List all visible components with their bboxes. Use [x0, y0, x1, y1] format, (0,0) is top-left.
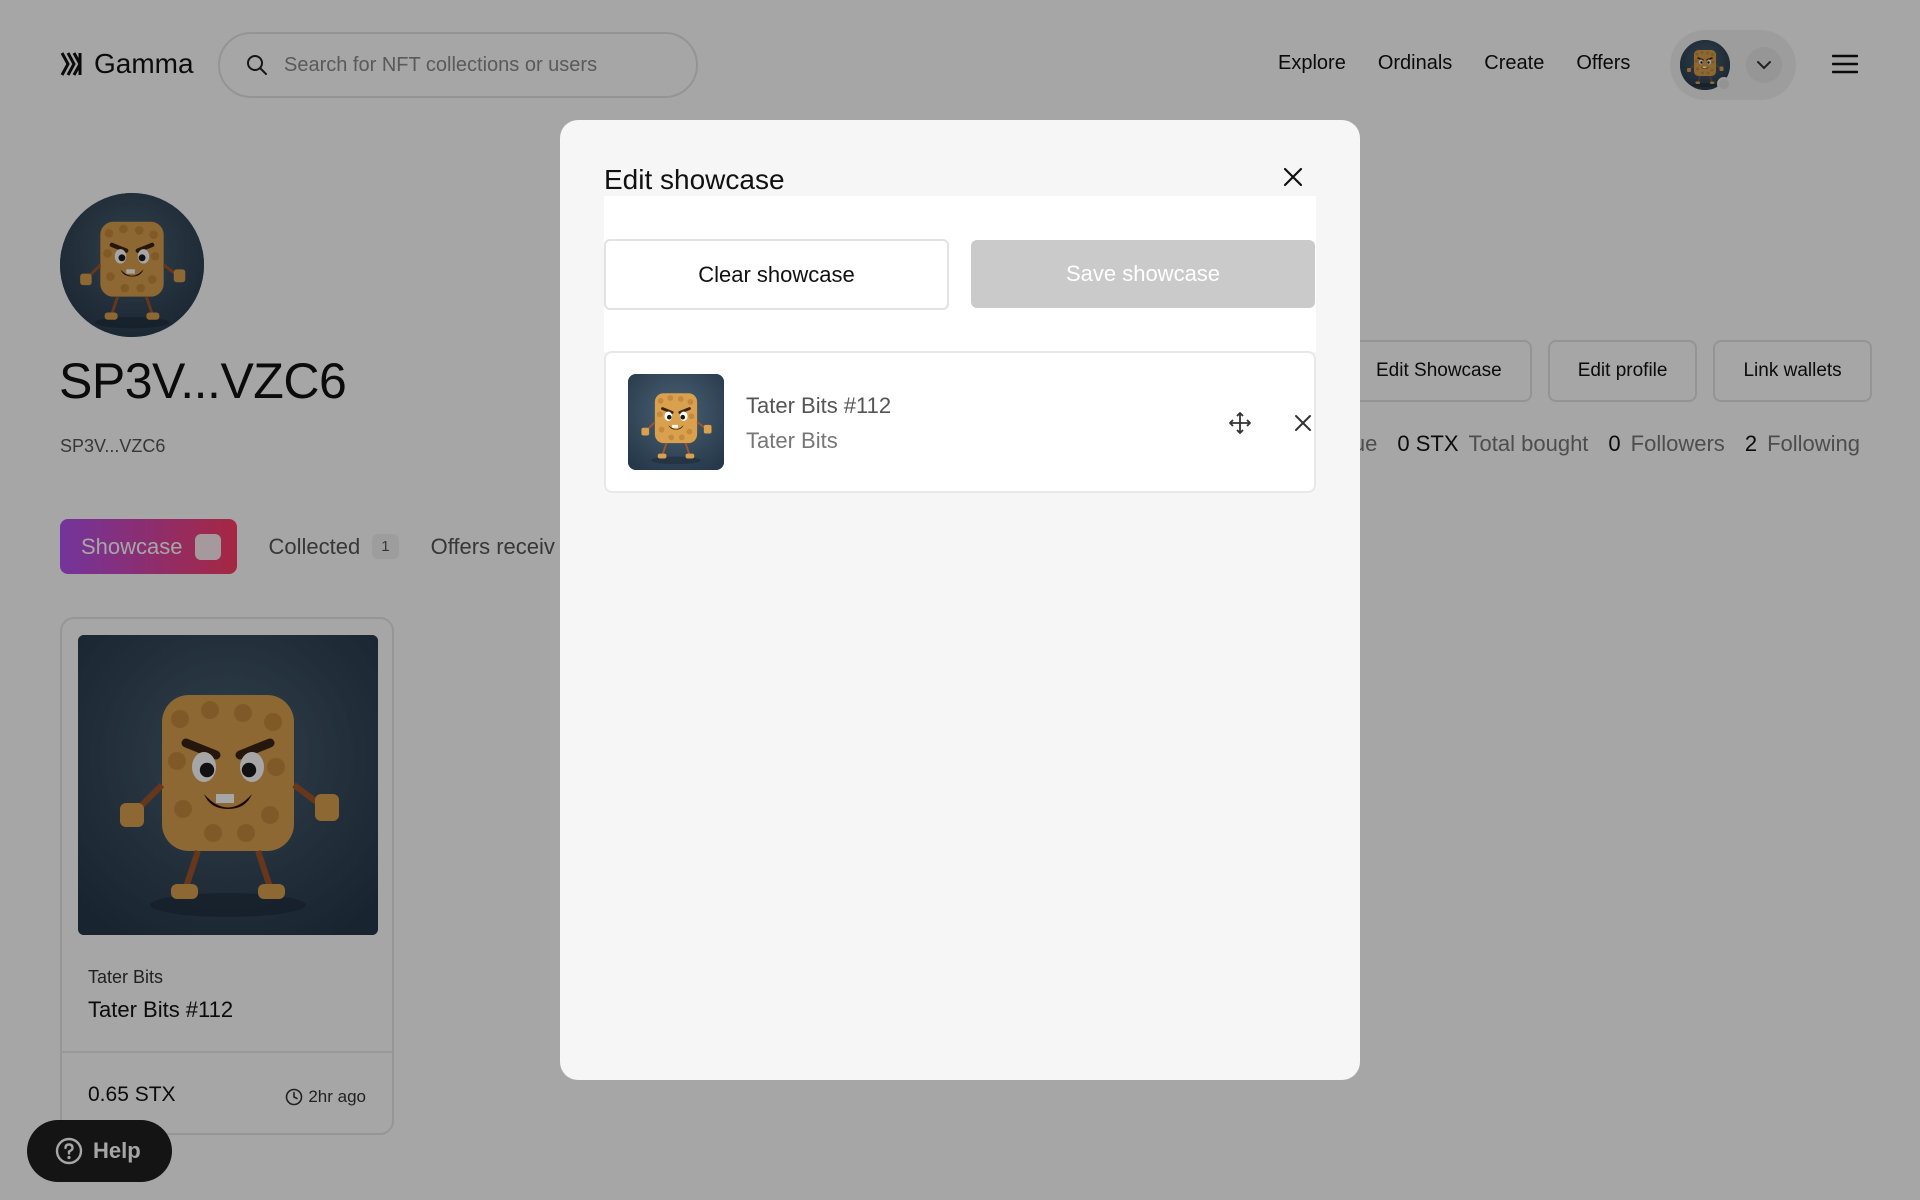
showcase-item-thumbnail: [628, 374, 724, 470]
showcase-item-image: [628, 374, 724, 470]
modal-title: Edit showcase: [604, 164, 785, 195]
edit-showcase-modal: Edit showcase Clear showcase Save showca…: [560, 120, 1360, 1080]
drag-handle[interactable]: [1226, 409, 1254, 437]
modal-close-button[interactable]: [1278, 162, 1308, 192]
clear-showcase-button[interactable]: Clear showcase: [604, 239, 949, 310]
close-icon: [1295, 415, 1311, 431]
showcase-item-collection: Tater Bits: [746, 428, 838, 453]
showcase-item-title: Tater Bits #112: [746, 393, 892, 418]
remove-item-button[interactable]: [1290, 410, 1316, 436]
save-showcase-button[interactable]: Save showcase: [971, 240, 1315, 308]
close-icon: [1283, 167, 1303, 187]
move-icon: [1229, 412, 1251, 434]
showcase-item[interactable]: Tater Bits #112 Tater Bits: [604, 351, 1316, 493]
